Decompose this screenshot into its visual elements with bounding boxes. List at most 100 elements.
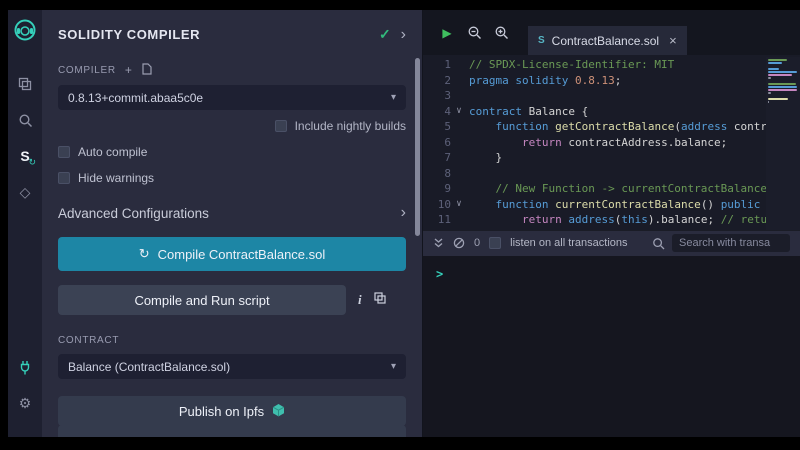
search-icon[interactable] [8,102,42,138]
code-area[interactable]: // SPDX-License-Identifier: MITpragma so… [469,57,766,230]
compiler-file-icon[interactable] [142,63,152,77]
listen-transactions-checkbox[interactable] [489,237,501,249]
listen-transactions-label: listen on all transactions [510,237,627,249]
terminal-search [652,234,790,252]
tab-title: ContractBalance.sol [552,34,659,48]
fold-chevron-icon[interactable]: ∨ [451,104,467,120]
compile-button-label: Compile ContractBalance.sol [158,247,326,262]
terminal-output[interactable]: > [423,256,800,438]
gutter-row: 9 [423,181,469,197]
zoom-out-icon[interactable] [463,22,485,44]
gutter-row: 6 [423,135,469,151]
solidity-compiler-panel: SOLIDITY COMPILER ✓ › COMPILER + 0.8.13+… [42,10,422,437]
code-line[interactable]: contract Balance { [469,104,766,120]
expand-terminal-icon[interactable] [433,237,444,249]
panel-header: SOLIDITY COMPILER ✓ › [58,26,406,43]
minimap-line [768,86,797,88]
fold-spacer [451,135,467,151]
chevron-down-icon: ▾ [391,92,396,103]
minimap-line [768,92,771,94]
editor-gutter: 1234∨5678910∨1112131415 [423,57,469,230]
code-line[interactable] [469,88,766,104]
settings-gear-icon[interactable]: ⚙ [8,385,42,421]
minimap-line [768,83,796,85]
close-icon[interactable]: × [669,33,677,48]
chevron-down-icon: ▾ [391,361,396,372]
partial-bottom-button[interactable] [58,425,406,437]
terminal-prompt: > [436,267,443,281]
fold-spacer [451,166,467,182]
compile-and-run-button[interactable]: Compile and Run script [58,285,346,315]
tab-contractbalance[interactable]: S ContractBalance.sol × [528,26,687,55]
solidity-compiler-icon[interactable]: S ↻ [8,138,42,174]
gutter-row: 4∨ [423,104,469,120]
code-line[interactable]: return address(this).balance; // return [469,212,766,228]
gutter-row: 10∨ [423,197,469,213]
gutter-row: 7 [423,150,469,166]
terminal-toolbar: 0 listen on all transactions [423,230,800,256]
nightly-builds-checkbox[interactable] [275,120,287,132]
auto-compile-checkbox[interactable] [58,146,70,158]
hide-warnings-label: Hide warnings [78,171,154,185]
fold-spacer [451,73,467,89]
contract-section-label: CONTRACT [58,335,119,346]
code-editor: 1234∨5678910∨1112131415 // SPDX-License-… [423,55,800,230]
code-line[interactable]: } [469,228,766,230]
code-line[interactable]: return contractAddress.balance; [469,135,766,151]
screen-frame: S ↻ ◇ ⚙ SOLIDITY COMPILER [0,0,800,450]
advanced-configurations-toggle[interactable]: Advanced Configurations › [58,205,406,221]
zoom-in-icon[interactable] [490,22,512,44]
deploy-run-icon[interactable]: ◇ [8,174,42,210]
nightly-builds-label: Include nightly builds [295,119,406,133]
solidity-file-icon: S [538,35,545,46]
code-line[interactable]: function getContractBalance(address cont… [469,119,766,135]
publish-ipfs-button[interactable]: Publish on Ipfs [58,396,406,426]
gutter-row: 12 [423,228,469,230]
compile-and-run-label: Compile and Run script [134,293,269,308]
panel-scrollbar[interactable] [415,58,420,236]
add-compiler-icon[interactable]: + [125,64,133,76]
compile-button[interactable]: ↻ Compile ContractBalance.sol [58,237,406,271]
editor-column: ▶ S [422,10,800,437]
fold-spacer [451,88,467,104]
copy-icon[interactable] [374,291,386,309]
contract-select[interactable]: Balance (ContractBalance.sol) ▾ [58,354,406,379]
code-line[interactable]: pragma solidity 0.8.13; [469,73,766,89]
gutter-row: 1 [423,57,469,73]
minimap-line [768,74,792,76]
remix-logo[interactable] [13,18,37,42]
publish-ipfs-label: Publish on Ipfs [179,404,264,419]
minimap-line [768,98,788,100]
minimap-line [768,77,771,79]
code-line[interactable] [469,166,766,182]
gutter-row: 3 [423,88,469,104]
compiler-version-value: 0.8.13+commit.abaa5c0e [68,91,203,105]
clone-icon[interactable] [8,66,42,102]
code-line[interactable]: // SPDX-License-Identifier: MIT [469,57,766,73]
code-line[interactable]: // New Function -> currentContractBalanc… [469,181,766,197]
gutter-row: 5 [423,119,469,135]
minimap-line [768,68,779,70]
minimap-line [768,71,797,73]
compiler-section-label: COMPILER [58,65,116,76]
code-line[interactable]: function currentContractBalance() public… [469,197,766,213]
clear-console-icon[interactable] [453,237,465,249]
plug-icon[interactable] [8,349,42,385]
info-icon[interactable]: i [358,292,362,308]
minimap[interactable] [766,57,800,230]
run-script-play-button[interactable]: ▶ [436,22,458,44]
remix-app-window: S ↻ ◇ ⚙ SOLIDITY COMPILER [8,10,800,437]
compiler-version-select[interactable]: 0.8.13+commit.abaa5c0e ▾ [58,85,406,110]
fold-spacer [451,150,467,166]
gutter-row: 11 [423,212,469,228]
contract-select-value: Balance (ContractBalance.sol) [68,360,230,374]
compile-and-run-row: Compile and Run script i [58,285,406,315]
code-line[interactable]: } [469,150,766,166]
hide-warnings-checkbox[interactable] [58,172,70,184]
fold-chevron-icon[interactable]: ∨ [451,197,467,213]
terminal-search-input[interactable] [672,234,790,252]
ipfs-icon [272,403,285,420]
search-icon [652,237,665,250]
nightly-builds-row: Include nightly builds [58,119,406,133]
panel-collapse-chevron-icon[interactable]: › [401,27,406,43]
